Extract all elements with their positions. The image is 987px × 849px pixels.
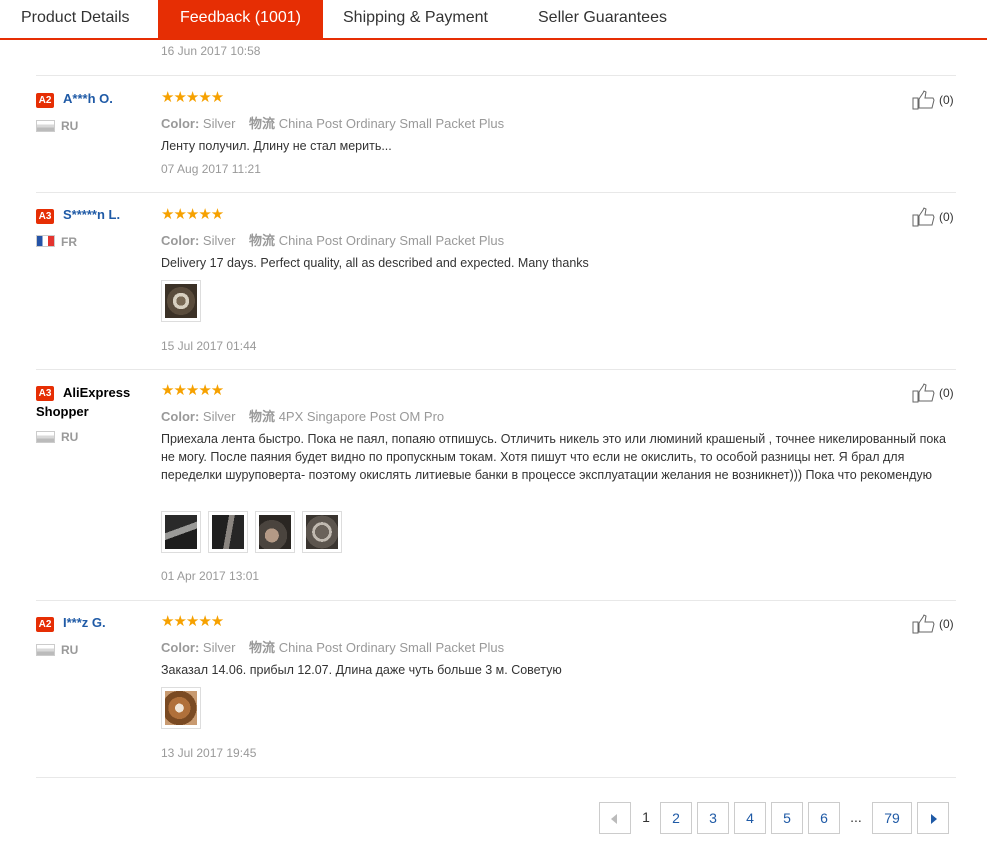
flag-fr-icon — [36, 235, 55, 247]
chevron-right-icon — [931, 814, 937, 824]
review-photos — [161, 687, 201, 729]
divider — [36, 777, 956, 778]
review-photo-thumbnail[interactable] — [208, 511, 248, 553]
logistics-value: China Post Ordinary Small Packet Plus — [278, 233, 505, 248]
helpful-button[interactable]: (0) — [912, 614, 954, 634]
buyer-level-badge: A2 — [36, 93, 54, 108]
tab-seller-guarantees[interactable]: Seller Guarantees — [538, 0, 667, 38]
rating-stars: ★★★★★ — [161, 613, 224, 630]
logistics-value: China Post Ordinary Small Packet Plus — [278, 116, 505, 131]
review-photo-thumbnail[interactable] — [161, 280, 201, 322]
buyer-name[interactable]: A***h O. — [63, 91, 113, 106]
buyer-level-badge: A3 — [36, 209, 54, 224]
review-date: 07 Aug 2017 11:21 — [161, 162, 261, 176]
buyer-level-badge: A2 — [36, 617, 54, 632]
order-info: Color: Silver 物流 China Post Ordinary Sma… — [161, 113, 504, 132]
logistics-label: 物流 — [249, 233, 276, 248]
review-photo-thumbnail[interactable] — [161, 511, 201, 553]
divider — [36, 192, 956, 193]
tab-shipping-payment[interactable]: Shipping & Payment — [343, 0, 488, 38]
logistics-label: 物流 — [249, 116, 276, 131]
thumbs-up-icon — [912, 207, 935, 227]
order-info: Color: Silver 物流 China Post Ordinary Sma… — [161, 230, 504, 249]
review-photos — [161, 511, 342, 553]
previous-review-date: 16 Jun 2017 10:58 — [161, 44, 261, 58]
review-text: Приехала лента быстро. Пока не паял, поп… — [161, 432, 946, 482]
divider — [36, 600, 956, 601]
logistics-label: 物流 — [249, 409, 276, 424]
review-photo-thumbnail[interactable] — [302, 511, 342, 553]
helpful-count: (0) — [939, 617, 954, 631]
order-info: Color: Silver 物流 4PX Singapore Post OM P… — [161, 406, 444, 425]
buyer-country: RU — [61, 643, 79, 657]
buyer-country: RU — [61, 430, 79, 444]
review-text: Заказал 14.06. прибыл 12.07. Длина даже … — [161, 663, 562, 677]
helpful-button[interactable]: (0) — [912, 90, 954, 110]
page-79[interactable]: 79 — [872, 802, 912, 834]
flag-ru-icon — [36, 120, 55, 132]
flag-ru-icon — [36, 644, 55, 656]
buyer-country: FR — [61, 235, 77, 249]
buyer-name[interactable]: S*****n L. — [63, 207, 120, 222]
color-label: Color: — [161, 640, 200, 655]
page-ellipsis: ... — [842, 802, 870, 834]
helpful-count: (0) — [939, 210, 954, 224]
tab-feedback[interactable]: Feedback (1001) — [158, 0, 323, 38]
color-value: Silver — [202, 116, 236, 131]
rating-stars: ★★★★★ — [161, 89, 224, 106]
divider — [36, 75, 956, 76]
review-text: Ленту получил. Длину не стал мерить... — [161, 139, 392, 153]
review-text: Delivery 17 days. Perfect quality, all a… — [161, 256, 589, 270]
page-2[interactable]: 2 — [660, 802, 692, 834]
buyer-name[interactable]: I***z G. — [63, 615, 106, 630]
pagination: 1 2 3 4 5 6 ... 79 — [0, 802, 987, 834]
thumbs-up-icon — [912, 90, 935, 110]
review-date: 01 Apr 2017 13:01 — [161, 569, 260, 583]
review-photo-thumbnail[interactable] — [255, 511, 295, 553]
page-1: 1 — [632, 802, 660, 834]
page-4[interactable]: 4 — [734, 802, 766, 834]
buyer-country: RU — [61, 119, 79, 133]
helpful-button[interactable]: (0) — [912, 383, 954, 403]
helpful-button[interactable]: (0) — [912, 207, 954, 227]
divider — [36, 369, 956, 370]
tab-product-details[interactable]: Product Details — [21, 0, 130, 38]
order-info: Color: Silver 物流 China Post Ordinary Sma… — [161, 637, 504, 656]
color-value: Silver — [202, 409, 236, 424]
logistics-label: 物流 — [249, 640, 276, 655]
review-date: 13 Jul 2017 19:45 — [161, 746, 257, 760]
color-value: Silver — [202, 233, 236, 248]
buyer-name[interactable]: AliExpress Shopper — [36, 383, 146, 421]
review-photo-thumbnail[interactable] — [161, 687, 201, 729]
thumbs-up-icon — [912, 383, 935, 403]
prev-page-button[interactable] — [599, 802, 631, 834]
page-6[interactable]: 6 — [808, 802, 840, 834]
chevron-left-icon — [611, 814, 617, 824]
next-page-button[interactable] — [917, 802, 949, 834]
color-value: Silver — [202, 640, 236, 655]
review-date: 15 Jul 2017 01:44 — [161, 339, 257, 353]
color-label: Color: — [161, 116, 200, 131]
logistics-value: China Post Ordinary Small Packet Plus — [278, 640, 505, 655]
flag-ru-icon — [36, 431, 55, 443]
helpful-count: (0) — [939, 386, 954, 400]
color-label: Color: — [161, 409, 200, 424]
color-label: Color: — [161, 233, 200, 248]
page-3[interactable]: 3 — [697, 802, 729, 834]
tab-bar: Product Details Feedback (1001) Shipping… — [0, 0, 987, 40]
review-photos — [161, 280, 201, 322]
rating-stars: ★★★★★ — [161, 382, 224, 399]
rating-stars: ★★★★★ — [161, 206, 224, 223]
helpful-count: (0) — [939, 93, 954, 107]
page-5[interactable]: 5 — [771, 802, 803, 834]
logistics-value: 4PX Singapore Post OM Pro — [278, 409, 445, 424]
thumbs-up-icon — [912, 614, 935, 634]
